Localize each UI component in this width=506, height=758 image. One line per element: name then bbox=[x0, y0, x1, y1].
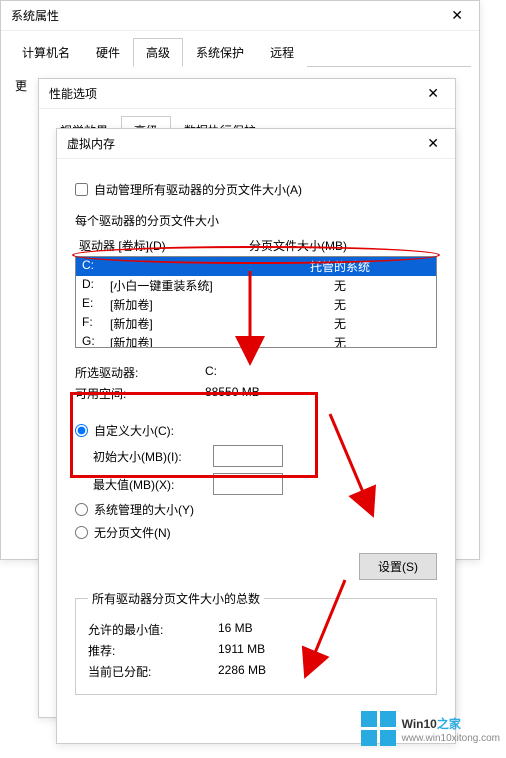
auto-manage-row: 自动管理所有驱动器的分页文件大小(A) bbox=[75, 181, 437, 198]
totals-group: 所有驱动器分页文件大小的总数 允许的最小值: 16 MB 推荐: 1911 MB… bbox=[75, 590, 437, 695]
header-drive: 驱动器 [卷标](D) bbox=[79, 237, 249, 254]
rec-row: 推荐: 1911 MB bbox=[88, 642, 424, 659]
cur-label: 当前已分配: bbox=[88, 663, 218, 680]
drive-label: [小白一键重装系统] bbox=[110, 277, 250, 294]
totals-legend: 所有驱动器分页文件大小的总数 bbox=[88, 590, 264, 607]
drive-size: 托管的系统 bbox=[250, 258, 430, 275]
cur-value: 2286 MB bbox=[218, 663, 266, 680]
sysprops-title: 系统属性 bbox=[11, 7, 59, 24]
drive-label: [新加卷] bbox=[110, 334, 250, 348]
drive-label: [新加卷] bbox=[110, 315, 250, 332]
drive-row-f[interactable]: F: [新加卷] 无 bbox=[76, 314, 436, 333]
drive-letter: D: bbox=[82, 277, 110, 294]
drive-size: 无 bbox=[250, 296, 430, 313]
drive-letter: C: bbox=[82, 258, 110, 275]
drive-size: 无 bbox=[250, 277, 430, 294]
close-icon[interactable]: ✕ bbox=[421, 135, 445, 152]
max-size-input[interactable] bbox=[213, 473, 283, 495]
max-size-label: 最大值(MB)(X): bbox=[93, 476, 213, 493]
drive-row-c[interactable]: C: 托管的系统 bbox=[76, 257, 436, 276]
free-space-value: 88550 MB bbox=[205, 385, 260, 402]
size-options: 自定义大小(C): 初始大小(MB)(I): 最大值(MB)(X): 系统管理的… bbox=[75, 406, 437, 549]
watermark-brand: Win10之家 bbox=[402, 713, 500, 733]
drive-row-d[interactable]: D: [小白一键重装系统] 无 bbox=[76, 276, 436, 295]
min-label: 允许的最小值: bbox=[88, 621, 218, 638]
watermark-url: www.win10xitong.com bbox=[402, 733, 500, 744]
drive-label: [新加卷] bbox=[110, 296, 250, 313]
close-icon[interactable]: ✕ bbox=[421, 85, 445, 102]
custom-size-row: 自定义大小(C): bbox=[75, 422, 437, 439]
drive-size: 无 bbox=[250, 334, 430, 348]
initial-size-label: 初始大小(MB)(I): bbox=[93, 448, 213, 465]
custom-size-radio[interactable] bbox=[75, 424, 88, 437]
rec-label: 推荐: bbox=[88, 642, 218, 659]
drive-letter: F: bbox=[82, 315, 110, 332]
initial-size-row: 初始大小(MB)(I): bbox=[93, 445, 437, 467]
selected-drive-row: 所选驱动器: C: bbox=[75, 364, 437, 381]
drive-label bbox=[110, 258, 250, 275]
watermark: Win10之家 www.win10xitong.com bbox=[361, 711, 500, 746]
perfopts-titlebar: 性能选项 ✕ bbox=[39, 79, 455, 109]
tab-system-protection[interactable]: 系统保护 bbox=[183, 38, 257, 67]
watermark-text: Win10之家 www.win10xitong.com bbox=[402, 713, 500, 744]
drive-list-header: 驱动器 [卷标](D) 分页文件大小(MB) bbox=[75, 235, 437, 256]
auto-manage-checkbox[interactable] bbox=[75, 183, 88, 196]
tab-advanced[interactable]: 高级 bbox=[133, 38, 183, 67]
watermark-logo-icon bbox=[361, 711, 396, 746]
drive-row-g[interactable]: G: [新加卷] 无 bbox=[76, 333, 436, 348]
rec-value: 1911 MB bbox=[218, 642, 265, 659]
system-managed-radio[interactable] bbox=[75, 503, 88, 516]
min-value: 16 MB bbox=[218, 621, 253, 638]
vmem-body: 自动管理所有驱动器的分页文件大小(A) 每个驱动器的分页文件大小 驱动器 [卷标… bbox=[57, 159, 455, 709]
selected-drive-value: C: bbox=[205, 364, 217, 381]
system-managed-row: 系统管理的大小(Y) bbox=[75, 501, 437, 518]
cur-row: 当前已分配: 2286 MB bbox=[88, 663, 424, 680]
auto-manage-label: 自动管理所有驱动器的分页文件大小(A) bbox=[94, 181, 302, 198]
drive-list[interactable]: C: 托管的系统 D: [小白一键重装系统] 无 E: [新加卷] 无 F: [… bbox=[75, 256, 437, 348]
drive-row-e[interactable]: E: [新加卷] 无 bbox=[76, 295, 436, 314]
initial-size-input[interactable] bbox=[213, 445, 283, 467]
tab-computer-name[interactable]: 计算机名 bbox=[9, 38, 83, 67]
per-drive-label: 每个驱动器的分页文件大小 bbox=[75, 212, 437, 229]
vmem-title: 虚拟内存 bbox=[67, 135, 115, 152]
no-paging-row: 无分页文件(N) bbox=[75, 524, 437, 541]
min-row: 允许的最小值: 16 MB bbox=[88, 621, 424, 638]
header-size: 分页文件大小(MB) bbox=[249, 237, 347, 254]
partial-text: 更 bbox=[15, 79, 27, 93]
sysprops-tabs: 计算机名 硬件 高级 系统保护 远程 bbox=[9, 37, 471, 67]
tab-remote[interactable]: 远程 bbox=[257, 38, 307, 67]
selected-drive-label: 所选驱动器: bbox=[75, 364, 205, 381]
virtual-memory-dialog: 虚拟内存 ✕ 自动管理所有驱动器的分页文件大小(A) 每个驱动器的分页文件大小 … bbox=[56, 128, 456, 744]
drive-size: 无 bbox=[250, 315, 430, 332]
max-size-row: 最大值(MB)(X): bbox=[93, 473, 437, 495]
drive-letter: E: bbox=[82, 296, 110, 313]
tab-hardware[interactable]: 硬件 bbox=[83, 38, 133, 67]
free-space-label: 可用空间: bbox=[75, 385, 205, 402]
free-space-row: 可用空间: 88550 MB bbox=[75, 385, 437, 402]
no-paging-label: 无分页文件(N) bbox=[94, 524, 171, 541]
custom-size-label: 自定义大小(C): bbox=[94, 422, 174, 439]
system-managed-label: 系统管理的大小(Y) bbox=[94, 501, 194, 518]
close-icon[interactable]: ✕ bbox=[445, 7, 469, 24]
set-button-row: 设置(S) bbox=[75, 553, 437, 580]
sysprops-titlebar: 系统属性 ✕ bbox=[1, 1, 479, 31]
no-paging-radio[interactable] bbox=[75, 526, 88, 539]
drive-letter: G: bbox=[82, 334, 110, 348]
vmem-titlebar: 虚拟内存 ✕ bbox=[57, 129, 455, 159]
set-button[interactable]: 设置(S) bbox=[359, 553, 437, 580]
perfopts-title: 性能选项 bbox=[49, 85, 97, 102]
